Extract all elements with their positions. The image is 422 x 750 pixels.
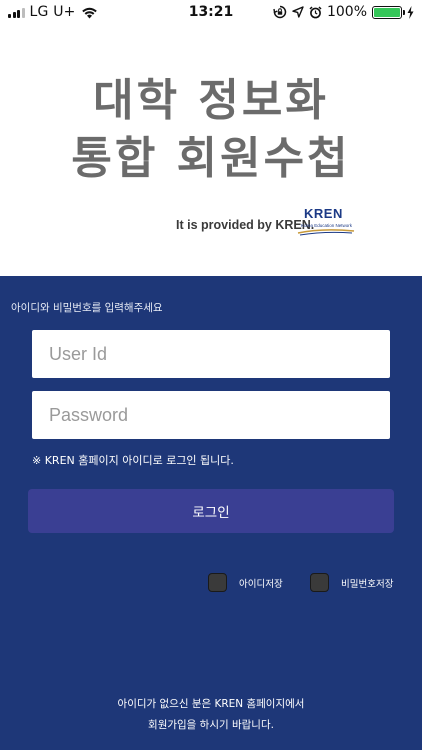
signup-info-line1: 아이디가 없으신 분은 KREN 홈페이지에서	[117, 698, 305, 710]
kren-logo: KREN Korea Education Network	[297, 206, 355, 236]
save-password-option[interactable]: 비밀번호저장	[310, 573, 393, 592]
app-title-line1: 대학 정보화	[93, 75, 329, 126]
login-panel: 아이디와 비밀번호를 입력해주세요 ※ KREN 홈페이지 아이디로 로그인 됩…	[0, 276, 422, 750]
save-id-label: 아이디저장	[239, 578, 283, 590]
kren-logo-text: KREN	[304, 206, 343, 221]
user-id-input[interactable]	[32, 330, 390, 378]
screen-rotation-lock-icon	[273, 5, 287, 19]
charging-bolt-icon	[407, 5, 414, 19]
location-icon	[292, 6, 304, 18]
login-prompt: 아이디와 비밀번호를 입력해주세요	[11, 302, 163, 314]
battery-fill	[374, 7, 400, 17]
alarm-icon	[309, 5, 322, 18]
provided-by-text: It is provided by KREN.	[176, 218, 315, 232]
save-password-label: 비밀번호저장	[341, 578, 394, 590]
login-button[interactable]: 로그인	[28, 489, 394, 533]
login-note: ※ KREN 홈페이지 아이디로 로그인 됩니다.	[32, 454, 234, 467]
password-input[interactable]	[32, 391, 390, 439]
battery-percent: 100%	[326, 4, 367, 20]
save-password-checkbox[interactable]	[310, 573, 329, 592]
status-bar: LG U+ 13:21 100%	[0, 0, 422, 24]
kren-swoosh-icon	[297, 229, 355, 236]
save-id-option[interactable]: 아이디저장	[208, 573, 283, 592]
status-bar-right: 100%	[273, 4, 414, 20]
save-id-checkbox[interactable]	[208, 573, 227, 592]
battery-icon	[372, 5, 405, 19]
app-title-line2: 통합 회원수첩	[71, 133, 351, 184]
signup-info-line2: 회원가입을 하시기 바랍니다.	[148, 719, 274, 731]
